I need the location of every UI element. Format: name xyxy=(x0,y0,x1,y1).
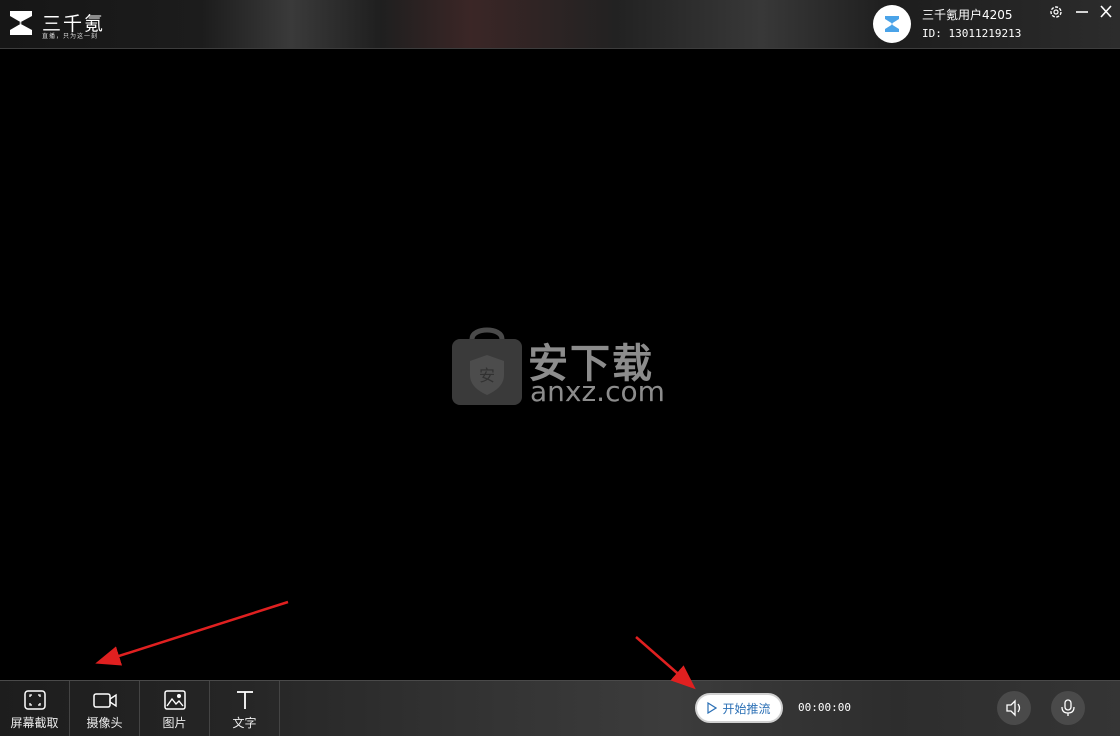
logo-mark-icon xyxy=(10,11,32,35)
tool-label: 屏幕截取 xyxy=(10,716,59,730)
speaker-icon xyxy=(1006,699,1021,717)
image-icon xyxy=(163,689,187,711)
app-slogan: 直播，只为这一刻 xyxy=(42,33,99,40)
text-icon xyxy=(233,689,257,711)
tool-label: 摄像头 xyxy=(86,716,123,730)
tool-label: 文字 xyxy=(232,716,257,730)
close-icon xyxy=(1100,5,1112,18)
minimize-button[interactable] xyxy=(1073,4,1091,20)
screen-capture-icon xyxy=(23,689,47,711)
tool-image[interactable]: 图片 xyxy=(140,681,210,736)
camera-icon xyxy=(92,689,117,711)
settings-button[interactable] xyxy=(1047,4,1065,20)
gear-icon xyxy=(1050,6,1062,18)
microphone-icon xyxy=(1061,699,1075,716)
tool-label: 图片 xyxy=(162,716,187,730)
user-id: ID: 13011219213 xyxy=(922,27,1022,40)
watermark-domain: anxz.com xyxy=(530,375,665,408)
play-icon xyxy=(707,702,718,714)
start-stream-button[interactable]: 开始推流 xyxy=(695,693,783,723)
user-avatar[interactable] xyxy=(873,5,911,43)
stream-preview: 安 安下载 anxz.com xyxy=(0,49,1120,679)
user-name: 三千氪用户4205 xyxy=(922,8,1013,22)
avatar-logo-icon xyxy=(885,16,899,32)
minimize-icon xyxy=(1076,11,1088,13)
stream-timer: 00:00:00 xyxy=(798,701,851,714)
speaker-button[interactable] xyxy=(997,691,1031,725)
svg-text:安: 安 xyxy=(479,366,495,385)
microphone-button[interactable] xyxy=(1051,691,1085,725)
tool-screen-capture[interactable]: 屏幕截取 xyxy=(0,681,70,736)
shield-bag-icon: 安 xyxy=(452,327,522,405)
title-bar: 三千氪 直播，只为这一刻 三千氪用户4205 ID: 13011219213 xyxy=(0,0,1120,49)
close-button[interactable] xyxy=(1097,4,1115,20)
watermark: 安 安下载 anxz.com xyxy=(450,325,670,415)
start-stream-label: 开始推流 xyxy=(722,701,771,716)
app-logo: 三千氪 直播，只为这一刻 xyxy=(10,9,120,40)
tool-camera[interactable]: 摄像头 xyxy=(70,681,140,736)
bottom-toolbar: 屏幕截取 摄像头 图片 文字 xyxy=(0,680,1120,736)
tool-text[interactable]: 文字 xyxy=(210,681,280,736)
